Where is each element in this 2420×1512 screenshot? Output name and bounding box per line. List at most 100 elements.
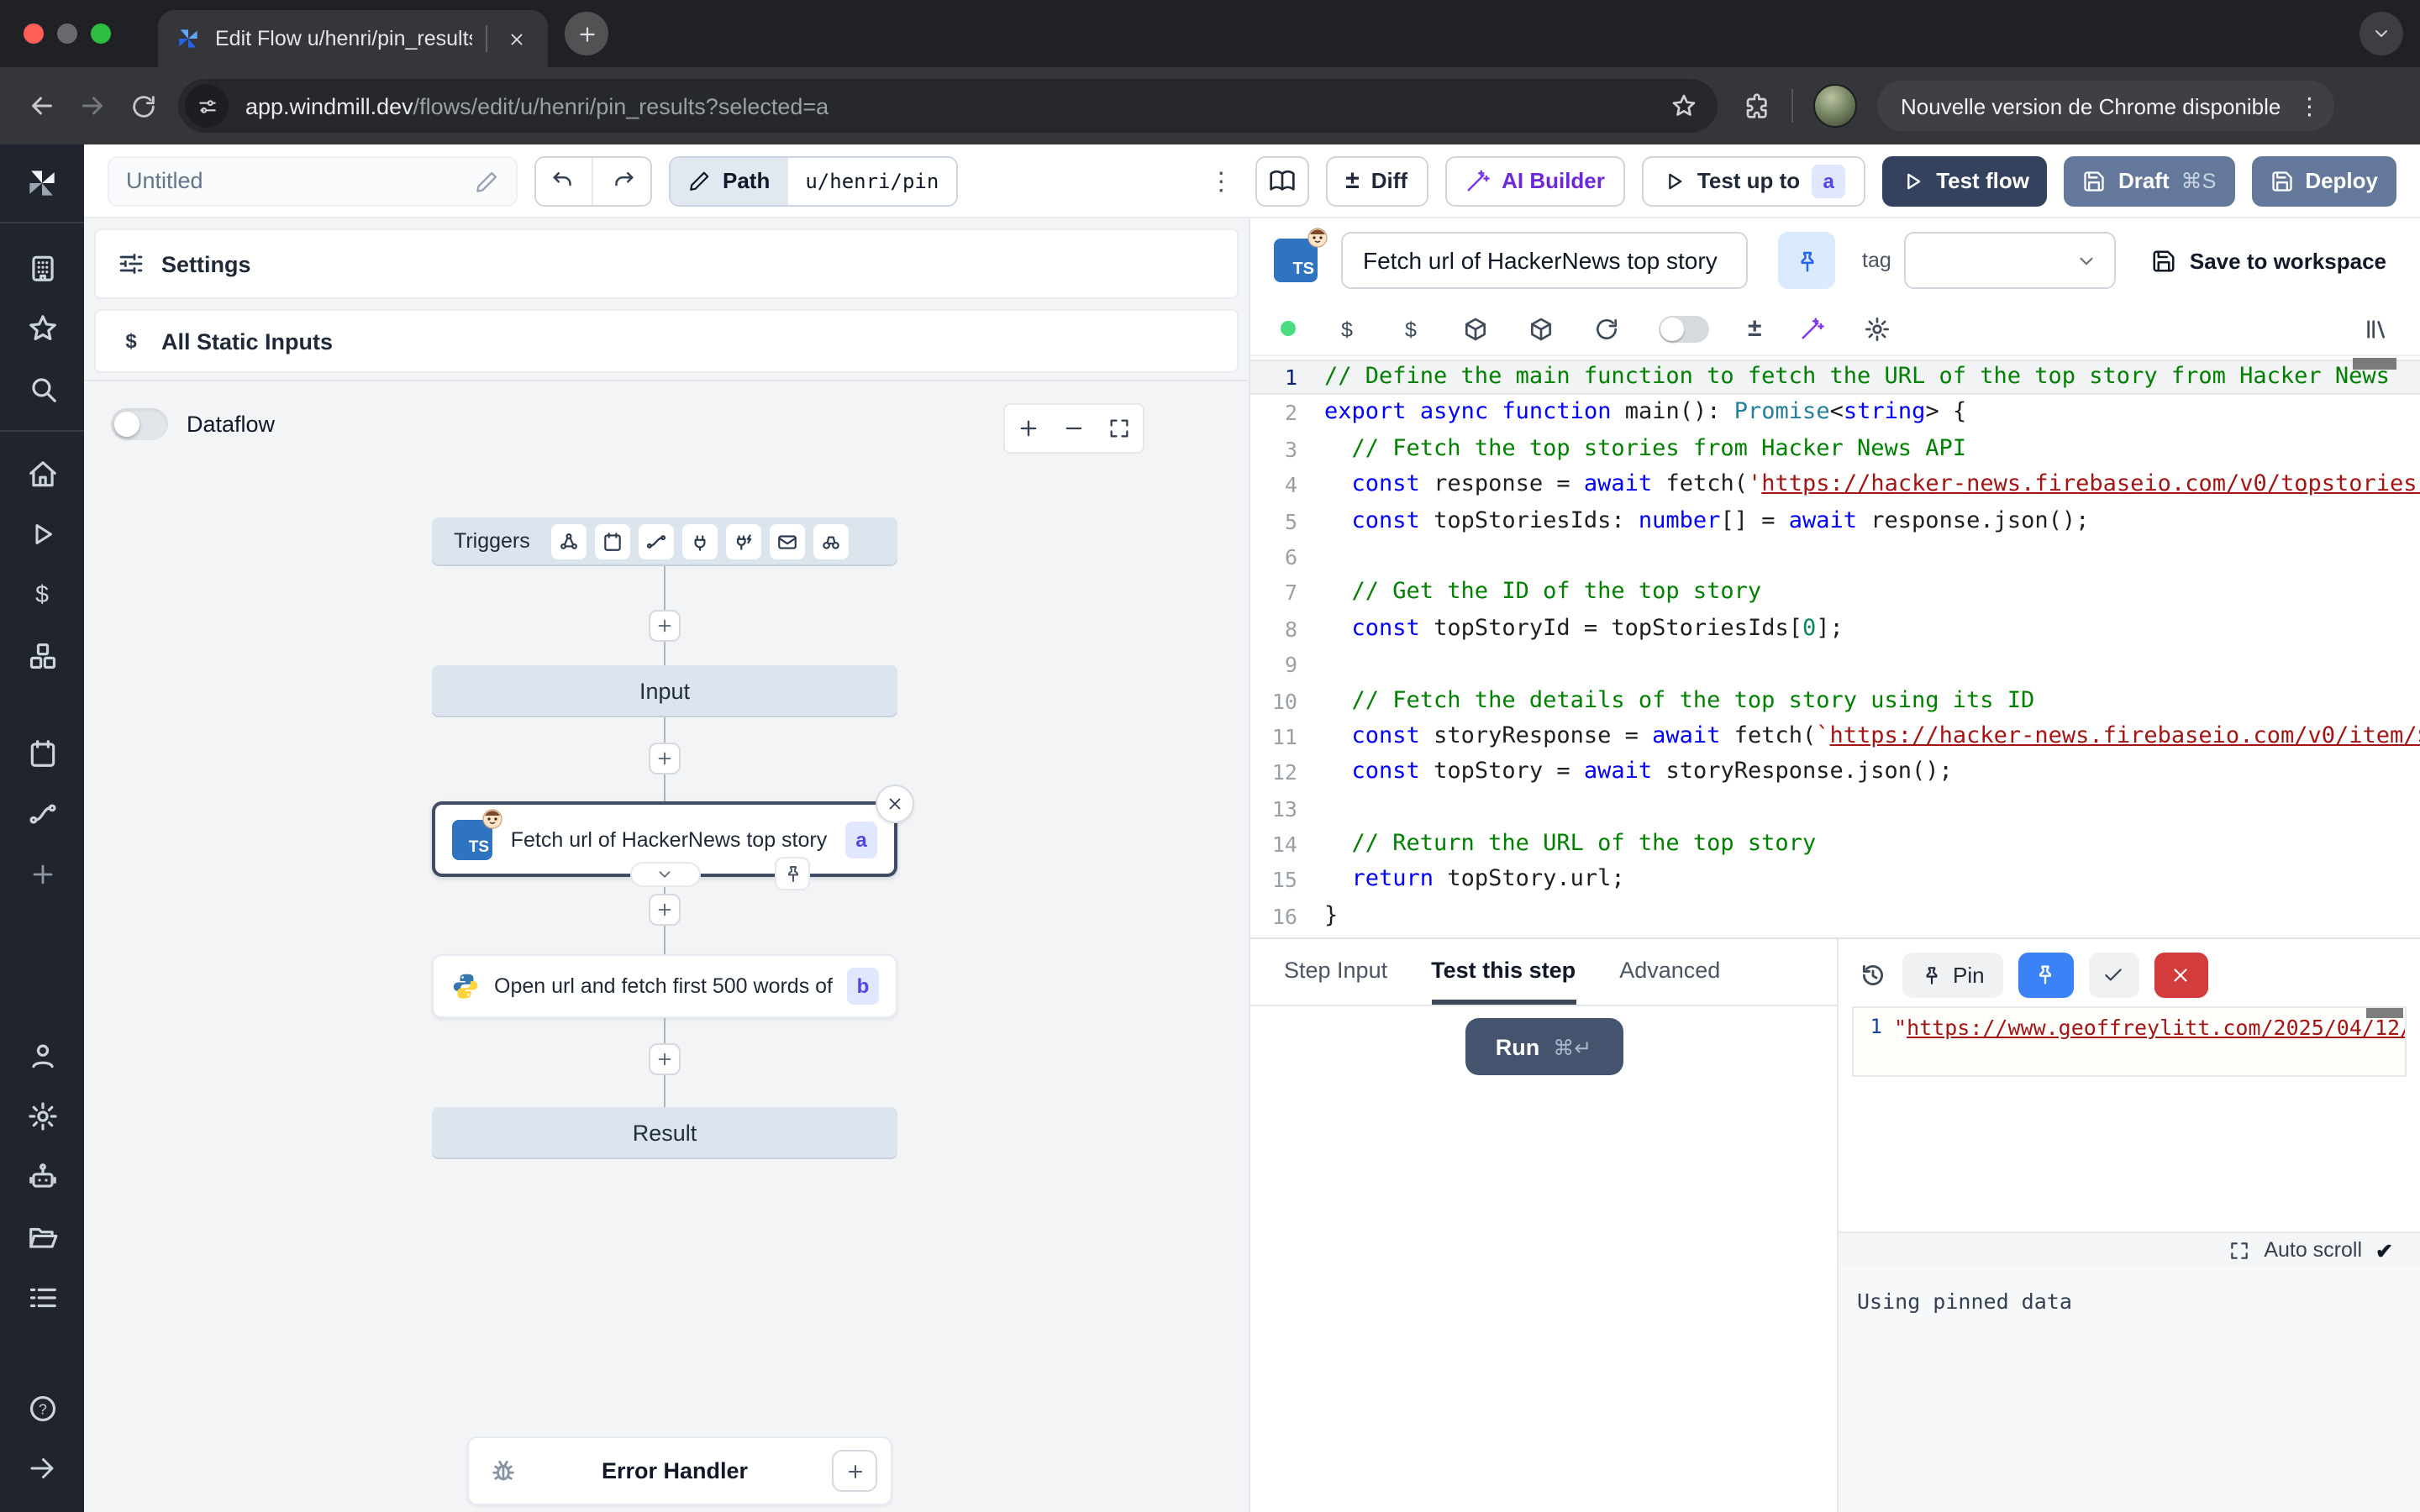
history-icon[interactable] [1859, 960, 1887, 989]
forward-icon[interactable] [67, 81, 118, 131]
expand-step-icon[interactable] [629, 862, 700, 887]
path-label-segment[interactable]: Path [671, 157, 788, 204]
schedules-icon[interactable] [0, 722, 84, 783]
deploy-button[interactable]: Deploy [2251, 155, 2396, 206]
pinned-data-editor[interactable]: 1 "https://www.geoffreylitt.com/2025/04/… [1852, 1006, 2407, 1077]
pin-button[interactable]: Pin [1902, 952, 2003, 997]
pinned-active-button[interactable] [2018, 952, 2074, 997]
webhook-icon[interactable] [552, 523, 587, 559]
poll-icon[interactable] [814, 523, 850, 559]
step-title-input[interactable] [1341, 232, 1748, 289]
path-chip[interactable]: Path u/henri/pin [669, 155, 957, 206]
ai-builder-button[interactable]: AI Builder [1444, 155, 1625, 206]
http-route-icon[interactable] [639, 523, 675, 559]
step-node-a[interactable]: TS Fetch url of HackerNews top story a [432, 801, 897, 877]
draft-button[interactable]: Draft ⌘S [2065, 155, 2234, 206]
code-line[interactable]: 11 const storyResponse = await fetch(`ht… [1250, 719, 2420, 755]
home-icon[interactable] [0, 444, 84, 504]
code-line[interactable]: 5 const topStoriesIds: number[] = await … [1250, 503, 2420, 539]
expand-icon[interactable] [2228, 1239, 2250, 1261]
dependencies-icon[interactable] [1528, 315, 1555, 342]
tab-close-icon[interactable] [501, 24, 531, 54]
test-flow-button[interactable]: Test flow [1882, 155, 2048, 206]
folders-icon[interactable] [0, 1206, 84, 1267]
code-line[interactable]: 9 [1250, 647, 2420, 683]
favorites-star-icon[interactable] [0, 297, 84, 358]
pinned-step-icon[interactable] [775, 857, 810, 890]
runs-icon[interactable] [0, 504, 84, 564]
error-handler-node[interactable]: Error Handler [467, 1436, 892, 1505]
search-icon[interactable] [0, 358, 84, 418]
diff-plus-minus-icon[interactable]: ± [1748, 316, 1761, 341]
address-field[interactable]: app.windmill.dev/flows/edit/u/henri/pin_… [178, 79, 1718, 133]
edit-pencil-icon[interactable] [476, 169, 499, 192]
code-line[interactable]: 7 // Get the ID of the top story [1250, 575, 2420, 612]
flow-graph-canvas[interactable]: Dataflow Triggers [84, 380, 1249, 1512]
static-inputs-row[interactable]: $ All Static Inputs [94, 309, 1239, 373]
flow-settings-row[interactable]: Settings [94, 228, 1239, 299]
ai-robot-icon[interactable] [0, 1146, 84, 1206]
zoom-out-icon[interactable] [1062, 417, 1086, 440]
code-editor[interactable]: 1// Define the main function to fetch th… [1250, 356, 2420, 937]
browser-tab[interactable]: Edit Flow u/henri/pin_results [158, 10, 548, 67]
browser-menu-icon[interactable]: ⋮ [2297, 92, 2321, 120]
logs-list-icon[interactable] [0, 1267, 84, 1327]
code-line[interactable]: 1// Define the main function to fetch th… [1250, 360, 2420, 396]
library-versions-icon[interactable] [2363, 315, 2390, 342]
script-settings-gear-icon[interactable] [1864, 315, 1891, 342]
add-step-button[interactable] [649, 894, 681, 926]
tab-search-button[interactable] [2360, 12, 2403, 55]
code-line[interactable]: 4 const response = await fetch('https://… [1250, 467, 2420, 503]
tab-step-input[interactable]: Step Input [1284, 939, 1387, 1005]
fit-view-icon[interactable] [1108, 417, 1132, 440]
resources-icon[interactable] [0, 625, 84, 685]
docs-book-button[interactable] [1255, 155, 1308, 206]
extensions-icon[interactable] [1744, 92, 1771, 119]
pinned-editor-scrollbar[interactable] [2366, 1008, 2403, 1018]
expand-sidebar-icon[interactable] [0, 1438, 84, 1499]
code-line[interactable]: 13 [1250, 790, 2420, 827]
more-options-icon[interactable]: ⋮ [1204, 165, 1238, 196]
static-inputs-icon[interactable]: $ [1334, 315, 1360, 342]
settings-gear-icon[interactable] [0, 1085, 84, 1146]
profile-avatar[interactable] [1813, 84, 1857, 128]
add-step-button[interactable] [649, 610, 681, 642]
site-settings-icon[interactable] [185, 84, 229, 128]
pin-step-button[interactable] [1778, 232, 1835, 289]
step-node-b[interactable]: Open url and fetch first 500 words of ..… [432, 954, 897, 1018]
minimize-window-button[interactable] [57, 24, 77, 44]
test-up-to-button[interactable]: Test up to a [1642, 155, 1865, 206]
variables-dollar-icon[interactable]: $ [1398, 315, 1423, 342]
help-icon[interactable]: ? [0, 1378, 84, 1438]
input-node[interactable]: Input [432, 665, 897, 716]
code-line[interactable]: 2export async function main(): Promise<s… [1250, 396, 2420, 432]
package-icon[interactable] [1462, 315, 1489, 342]
remove-pin-button[interactable] [2154, 952, 2208, 997]
new-tab-button[interactable] [565, 12, 608, 55]
triggers-node[interactable]: Triggers [432, 517, 897, 564]
back-icon[interactable] [17, 81, 67, 131]
result-node[interactable]: Result [432, 1107, 897, 1158]
close-window-button[interactable] [24, 24, 44, 44]
tab-test-this-step[interactable]: Test this step [1431, 939, 1576, 1005]
diff-mode-toggle[interactable] [1659, 315, 1709, 342]
code-line[interactable]: 16} [1250, 899, 2420, 935]
kafka-icon[interactable] [727, 523, 762, 559]
reload-icon[interactable] [1593, 315, 1620, 342]
auto-scroll-checkbox[interactable]: ✔ [2375, 1237, 2393, 1263]
code-line[interactable]: 8 const topStoryId = topStoriesIds[0]; [1250, 611, 2420, 647]
variables-icon[interactable]: $ [0, 564, 84, 625]
run-button[interactable]: Run ⌘↵ [1465, 1018, 1623, 1075]
flow-name-input[interactable]: Untitled [108, 155, 518, 206]
diff-button[interactable]: ± Diff [1325, 155, 1428, 206]
dataflow-toggle[interactable] [111, 408, 168, 440]
add-error-handler-icon[interactable] [832, 1450, 877, 1492]
schedule-icon[interactable] [596, 523, 631, 559]
windmill-logo[interactable] [24, 144, 60, 222]
redo-button[interactable] [593, 157, 650, 204]
undo-button[interactable] [536, 157, 593, 204]
code-line[interactable]: 17 [1250, 935, 2420, 938]
code-line[interactable]: 3 // Fetch the top stories from Hacker N… [1250, 432, 2420, 468]
add-item-icon[interactable] [0, 843, 84, 904]
chrome-update-button[interactable]: Nouvelle version de Chrome disponible ⋮ [1877, 81, 2334, 131]
